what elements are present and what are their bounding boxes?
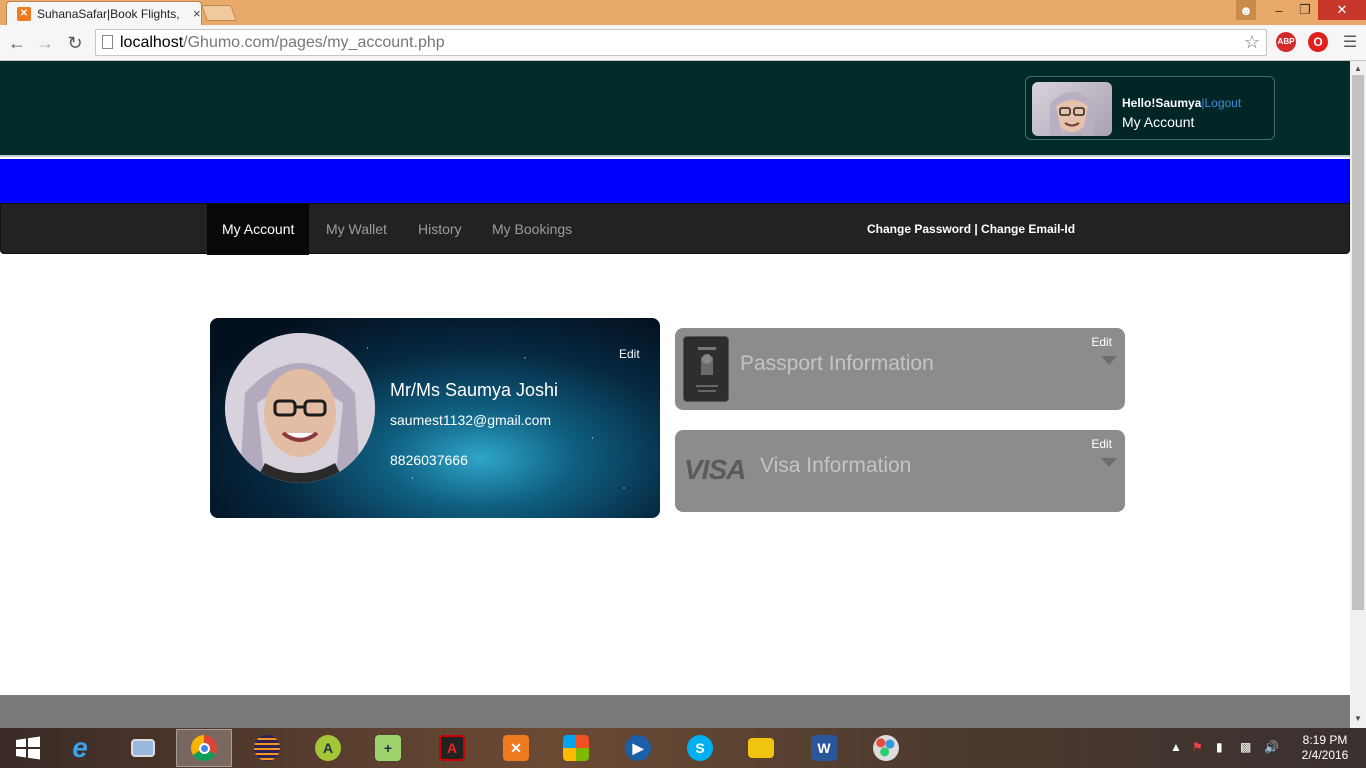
- xampp-icon[interactable]: ✕: [488, 729, 544, 767]
- windows-taskbar: e A + A ✕ ▶ S W ▲ ⚑ ▮ ▩ 🔊 8:19 PM 2/4/20…: [0, 728, 1366, 768]
- user-profile-icon[interactable]: ☻: [1236, 0, 1256, 20]
- page-icon: [102, 35, 113, 49]
- file-explorer-icon[interactable]: [733, 729, 789, 767]
- media-player-icon[interactable]: ▶: [610, 729, 666, 767]
- reload-icon[interactable]: ↻: [63, 31, 87, 55]
- profile-edit-link[interactable]: Edit: [619, 347, 640, 361]
- minimize-icon[interactable]: –: [1266, 0, 1292, 20]
- back-arrow-icon[interactable]: ←: [5, 31, 29, 55]
- url-host: localhost: [120, 33, 184, 51]
- profile-name: Mr/Ms Saumya Joshi: [390, 380, 559, 400]
- visa-title: Visa Information: [760, 454, 912, 477]
- paint-icon[interactable]: [858, 729, 914, 767]
- visa-edit-link[interactable]: Edit: [1091, 437, 1112, 451]
- logout-link[interactable]: |Logout: [1201, 96, 1241, 110]
- browser-tab[interactable]: ✕ SuhanaSafar|Book Flights, ×: [6, 1, 202, 25]
- clock[interactable]: 8:19 PM 2/4/2016: [1290, 733, 1360, 763]
- restore-icon[interactable]: ❐: [1292, 0, 1318, 20]
- nav-history[interactable]: History: [403, 204, 477, 255]
- web-page: Hello!Saumya|Logout My Account My Accoun…: [0, 61, 1350, 728]
- user-avatar: [1032, 82, 1112, 136]
- site-footer: [0, 695, 1350, 728]
- internet-explorer-icon[interactable]: e: [52, 729, 108, 767]
- xampp-favicon-icon: ✕: [17, 6, 31, 21]
- android-studio-icon[interactable]: A: [300, 729, 356, 767]
- tab-close-icon[interactable]: ×: [193, 6, 201, 21]
- greeting-text: Hello!Saumya|Logout: [1122, 96, 1241, 110]
- scroll-up-icon[interactable]: ▲: [1354, 64, 1362, 73]
- skype-icon[interactable]: S: [672, 729, 728, 767]
- user-box: Hello!Saumya|Logout My Account: [1025, 76, 1275, 140]
- volume-icon[interactable]: 🔊: [1264, 740, 1279, 754]
- tab-title: SuhanaSafar|Book Flights,: [37, 6, 180, 21]
- opera-extension-icon[interactable]: O: [1308, 32, 1328, 52]
- clock-date: 2/4/2016: [1301, 748, 1349, 762]
- nav-my-bookings[interactable]: My Bookings: [477, 204, 587, 255]
- tray-up-arrow-icon[interactable]: ▲: [1170, 740, 1182, 754]
- notepad-plus-icon[interactable]: +: [360, 729, 416, 767]
- eclipse-icon[interactable]: [239, 729, 295, 767]
- profile-card: Mr/Ms Saumya Joshi saumest1132@gmail.com…: [210, 318, 660, 518]
- profile-photo: [225, 333, 375, 483]
- windows-store-icon[interactable]: [548, 729, 604, 767]
- browser-titlebar: ✕ SuhanaSafar|Book Flights, × ☻ – ❐ ✕: [0, 0, 1366, 25]
- forward-arrow-icon[interactable]: →: [33, 31, 57, 55]
- battery-icon[interactable]: ▮: [1216, 740, 1223, 754]
- start-button[interactable]: [0, 729, 56, 767]
- clock-time: 8:19 PM: [1302, 733, 1348, 747]
- chrome-menu-icon[interactable]: ☰: [1338, 31, 1362, 55]
- nav-my-account[interactable]: My Account: [207, 204, 310, 255]
- account-navbar: My Account My Wallet History My Bookings…: [0, 203, 1350, 255]
- passport-panel[interactable]: Passport Information Edit: [675, 328, 1125, 410]
- greeting: Hello!Saumya: [1122, 96, 1202, 110]
- url-path: /Ghumo.com/pages/my_account.php: [183, 33, 445, 51]
- profile-email: saumest1132@gmail.com: [390, 412, 552, 428]
- chevron-down-icon[interactable]: [1101, 356, 1117, 365]
- adblock-plus-icon[interactable]: ABP: [1276, 32, 1296, 52]
- close-window-icon[interactable]: ✕: [1318, 0, 1366, 20]
- new-tab-button[interactable]: [201, 5, 237, 21]
- bookmark-star-icon[interactable]: ☆: [1244, 32, 1260, 53]
- passport-title: Passport Information: [740, 352, 934, 375]
- windows-logo-icon: [16, 736, 40, 760]
- action-center-flag-icon[interactable]: ⚑: [1192, 740, 1203, 754]
- my-account-link[interactable]: My Account: [1122, 114, 1194, 130]
- visa-logo-icon: VISA: [684, 454, 746, 485]
- site-header: Hello!Saumya|Logout My Account: [0, 61, 1350, 157]
- chrome-icon[interactable]: [176, 729, 232, 767]
- profile-phone: 8826037666: [390, 452, 468, 468]
- this-pc-icon[interactable]: [115, 729, 171, 767]
- browser-toolbar: ← → ↻ localhost/Ghumo.com/pages/my_accou…: [0, 25, 1366, 61]
- word-icon[interactable]: W: [796, 729, 852, 767]
- scroll-down-icon[interactable]: ▼: [1354, 714, 1362, 723]
- acrobat-icon[interactable]: A: [424, 729, 480, 767]
- change-password-email-links[interactable]: Change Password | Change Email-Id: [867, 204, 1075, 255]
- visa-panel[interactable]: VISA Visa Information Edit: [675, 430, 1125, 512]
- chevron-down-icon[interactable]: [1101, 458, 1117, 467]
- scroll-thumb[interactable]: [1352, 75, 1364, 610]
- page-scrollbar[interactable]: ▲ ▼: [1350, 61, 1366, 728]
- nav-my-wallet[interactable]: My Wallet: [311, 204, 402, 255]
- network-signal-icon[interactable]: ▩: [1240, 740, 1251, 754]
- address-bar[interactable]: localhost/Ghumo.com/pages/my_account.php…: [95, 29, 1267, 56]
- passport-icon: [683, 336, 729, 402]
- passport-edit-link[interactable]: Edit: [1091, 335, 1112, 349]
- blue-banner: [0, 159, 1350, 203]
